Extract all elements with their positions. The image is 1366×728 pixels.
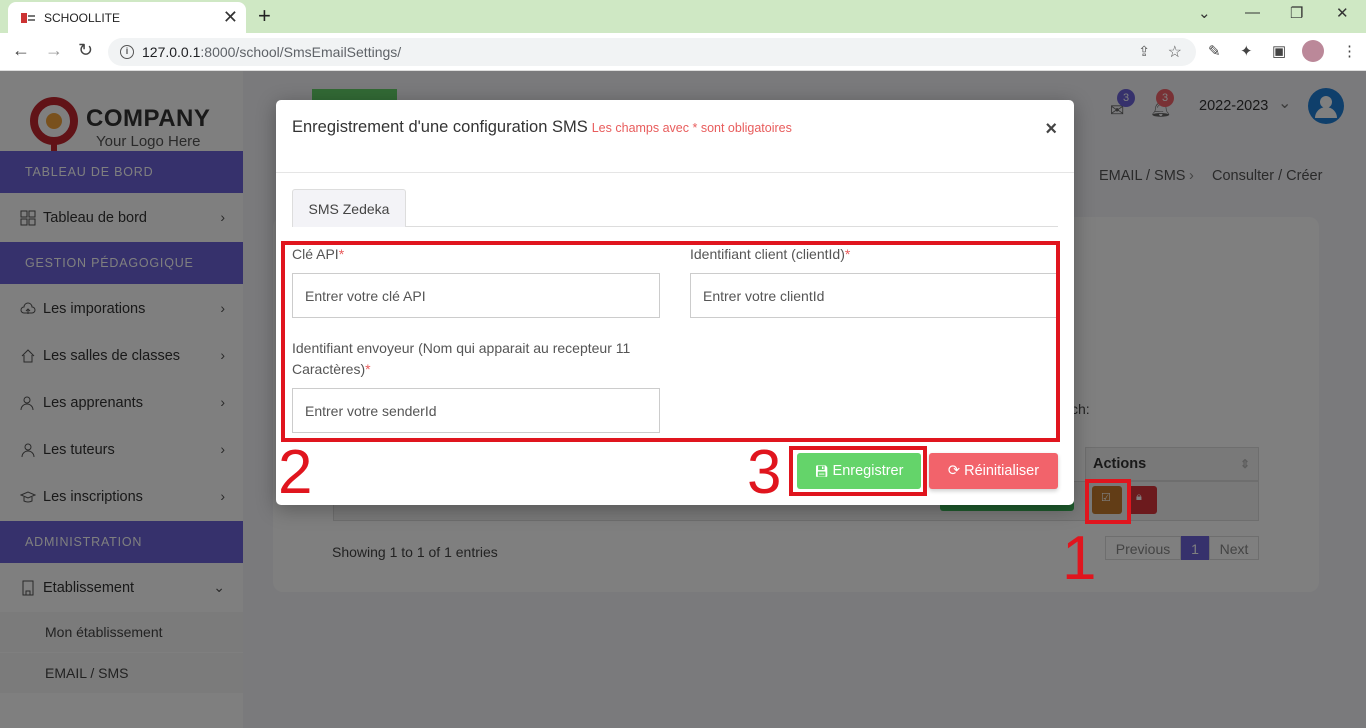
annotation-number-3: 3	[747, 438, 782, 507]
modal-title: Enregistrement d'une configuration SMS Le…	[292, 118, 792, 137]
browser-menu-icon[interactable]: ⋮	[1342, 42, 1357, 60]
annotation-number-2: 2	[278, 438, 313, 507]
tab-search-icon[interactable]: ⌄	[1198, 4, 1211, 22]
reset-button[interactable]: ⟳ Réinitialiser	[929, 453, 1058, 489]
annotation-box-save	[789, 446, 927, 496]
extensions-icon[interactable]: ✦	[1240, 42, 1253, 60]
modal-title-text: Enregistrement d'une configuration SMS	[292, 118, 588, 136]
url-path: :8000/school/SmsEmailSettings/	[200, 44, 402, 60]
required-note: Les champs avec * sont obligatoires	[591, 121, 792, 135]
window-close-icon[interactable]: ✕	[1336, 4, 1349, 22]
refresh-icon: ⟳	[947, 463, 961, 479]
new-tab-icon[interactable]: +	[258, 3, 271, 29]
close-icon[interactable]: ×	[1045, 118, 1057, 141]
annotation-box-edit	[1085, 479, 1131, 524]
bookmark-star-icon[interactable]: ☆	[1168, 42, 1182, 62]
restore-icon[interactable]: ❐	[1290, 4, 1303, 22]
annotation-number-1: 1	[1062, 524, 1097, 593]
address-bar[interactable]: i 127.0.0.1:8000/school/SmsEmailSettings…	[108, 38, 1196, 66]
reload-icon[interactable]: ↻	[78, 40, 93, 61]
eyedropper-icon[interactable]: ✎	[1208, 42, 1221, 60]
annotation-box-form	[281, 241, 1060, 442]
browser-tab-bar: SCHOOLLITE ✕ + ⌄ — ❐ ✕	[0, 0, 1366, 33]
favicon-icon	[20, 11, 36, 25]
browser-tab-title: SCHOOLLITE	[44, 10, 121, 25]
browser-tab[interactable]: SCHOOLLITE ✕	[8, 2, 246, 33]
site-info-icon[interactable]: i	[120, 45, 134, 59]
minimize-icon[interactable]: —	[1245, 4, 1260, 21]
side-panel-icon[interactable]: ▣	[1272, 42, 1286, 60]
modal-header: Enregistrement d'une configuration SMS Le…	[276, 100, 1074, 173]
profile-avatar-icon[interactable]	[1302, 40, 1324, 62]
back-icon[interactable]: ←	[12, 40, 30, 61]
modal-tabs: SMS Zedeka	[292, 189, 1058, 227]
tab-close-icon[interactable]: ✕	[223, 8, 238, 26]
tab-sms-zedeka[interactable]: SMS Zedeka	[292, 189, 406, 227]
forward-icon[interactable]: →	[45, 40, 63, 61]
share-icon[interactable]: ⇪	[1138, 43, 1150, 60]
reset-button-label: Réinitialiser	[964, 463, 1040, 479]
browser-toolbar: ← → ↻ i 127.0.0.1:8000/school/SmsEmailSe…	[0, 33, 1366, 71]
url-host: 127.0.0.1	[142, 44, 201, 60]
